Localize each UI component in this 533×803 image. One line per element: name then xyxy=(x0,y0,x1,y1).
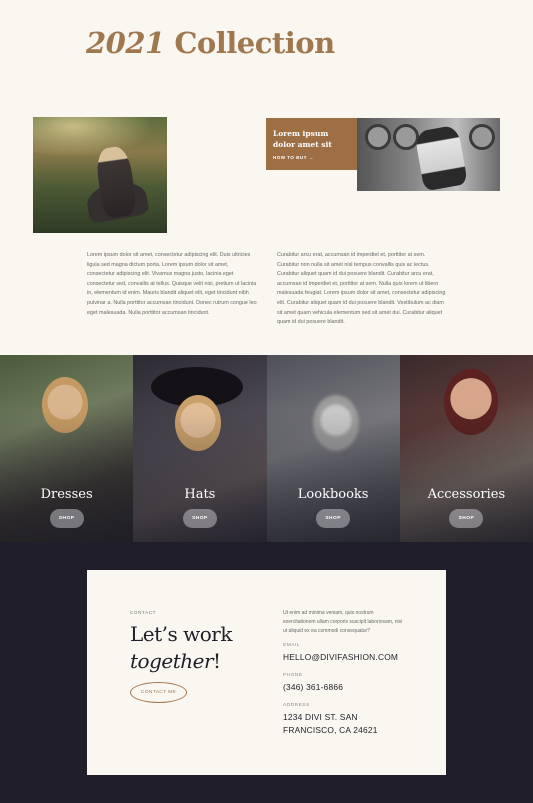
title-text: Collection xyxy=(164,26,335,60)
laundromat-photo xyxy=(357,118,500,191)
phone-label: PHONE xyxy=(283,673,303,678)
contact-heading: Let’s work together! xyxy=(130,621,232,675)
shop-button[interactable]: SHOP xyxy=(49,509,84,528)
promo-title: Lorem ipsum dolor amet sit xyxy=(273,129,332,149)
category-label: Lookbooks xyxy=(297,487,369,502)
address-line1: 1234 DIVI ST. SAN xyxy=(283,712,358,722)
how-to-buy-link[interactable]: HOW TO BUY → xyxy=(273,155,350,160)
shop-button[interactable]: SHOP xyxy=(182,509,217,528)
category-label: Accessories xyxy=(427,487,506,502)
contact-eyebrow: CONTACT xyxy=(130,610,157,615)
contact-description: Ut enim ad minima veniam, quis nostrum e… xyxy=(283,610,403,634)
category-grid: Dresses SHOP Hats SHOP Lookbooks SHOP Ac… xyxy=(0,355,533,542)
contact-me-button[interactable]: CONTACT ME xyxy=(130,682,187,703)
contact-card: CONTACT Let’s work together! CONTACT ME … xyxy=(87,570,446,775)
category-hats[interactable]: Hats SHOP xyxy=(133,355,267,542)
seated-model xyxy=(414,124,468,191)
promo-card[interactable]: Lorem ipsum dolor amet sit HOW TO BUY → xyxy=(266,118,357,170)
heading-line1: Let’s work xyxy=(130,622,232,646)
body-text-left: Lorem ipsum dolor sit amet, consectetur … xyxy=(87,252,257,316)
shop-button[interactable]: SHOP xyxy=(449,509,484,528)
address-line2: FRANCISCO, CA 24621 xyxy=(283,725,378,735)
body-text-right: Curabitur arcu erat, accumsan id imperdi… xyxy=(277,252,446,326)
category-label: Hats xyxy=(184,487,216,502)
shop-button[interactable]: SHOP xyxy=(316,509,351,528)
category-accessories[interactable]: Accessories SHOP xyxy=(399,355,533,542)
heading-italic: together xyxy=(130,649,214,673)
email-label: EMAIL xyxy=(283,643,300,648)
washer-icon xyxy=(469,124,495,150)
washer-icon xyxy=(365,124,391,150)
page-title: 2021 Collection xyxy=(86,26,335,60)
phone-link[interactable]: (346) 361-6866 xyxy=(283,681,343,694)
washer-icon xyxy=(393,124,419,150)
heading-end: ! xyxy=(213,649,221,673)
category-label: Dresses xyxy=(40,487,93,502)
garden-photo xyxy=(33,117,167,233)
email-link[interactable]: HELLO@DIVIFASHION.COM xyxy=(283,651,398,664)
category-dresses[interactable]: Dresses SHOP xyxy=(0,355,134,542)
category-lookbooks[interactable]: Lookbooks SHOP xyxy=(266,355,400,542)
title-year: 2021 xyxy=(86,26,165,60)
address-label: ADDRESS xyxy=(283,703,310,708)
